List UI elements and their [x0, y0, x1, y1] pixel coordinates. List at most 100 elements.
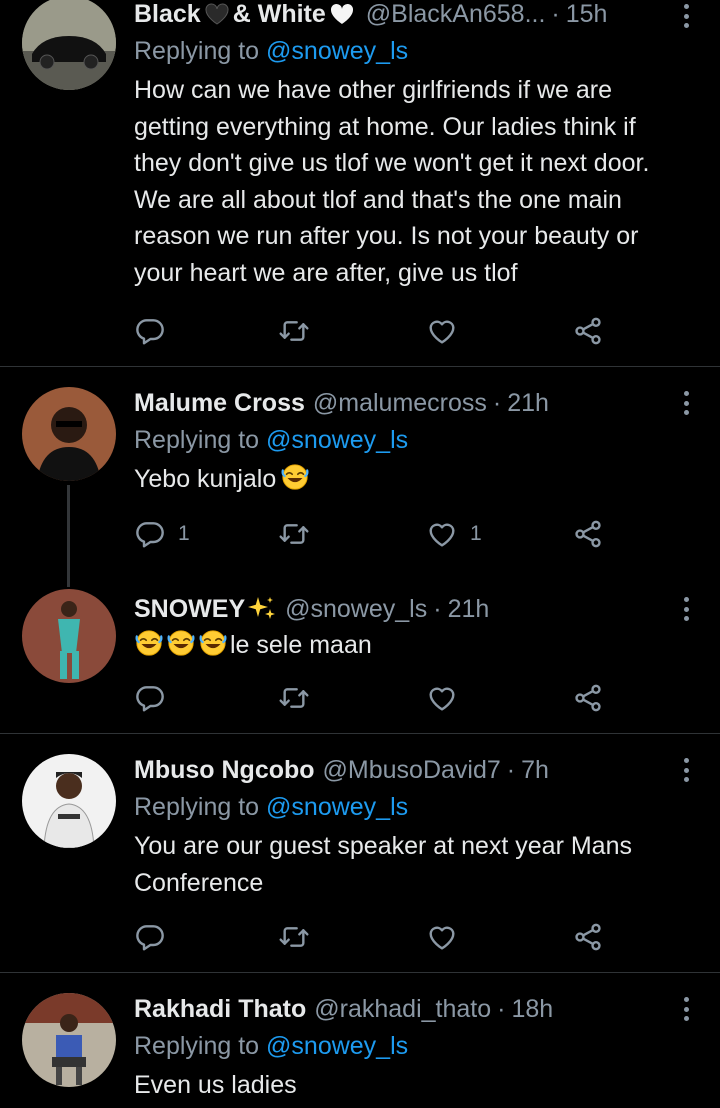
black-heart-icon	[205, 3, 229, 25]
like-icon	[426, 315, 458, 347]
action-bar	[134, 314, 614, 348]
retweet-button[interactable]	[278, 315, 310, 347]
tweet-text: How can we have other girlfriends if we …	[134, 76, 650, 287]
avatar[interactable]	[22, 0, 116, 90]
like-icon	[426, 682, 458, 714]
user-handle[interactable]: @malumecross	[313, 388, 487, 418]
display-name[interactable]: Mbuso Ngcobo	[134, 755, 315, 785]
share-button[interactable]	[572, 682, 604, 714]
retweet-button[interactable]	[278, 921, 310, 953]
user-handle[interactable]: @BlackAn658...	[366, 0, 546, 29]
tweet-header: Black & White @BlackAn658... · 15h	[134, 0, 680, 30]
tweet-mbuso-ngcobo[interactable]: Mbuso Ngcobo @MbusoDavid7 · 7h Replying …	[0, 734, 720, 972]
more-icon[interactable]	[676, 389, 696, 417]
timestamp[interactable]: 15h	[566, 0, 608, 29]
display-name[interactable]: Rakhadi Thato	[134, 994, 306, 1024]
reply-count: 1	[178, 522, 190, 545]
car-avatar-icon	[22, 0, 116, 90]
reply-mention[interactable]: @snowey_ls	[266, 793, 408, 821]
retweet-icon	[278, 315, 310, 347]
action-bar	[134, 681, 614, 715]
replying-to-label: Replying to	[134, 1032, 260, 1060]
tweet-text: le sele maan	[134, 627, 680, 664]
like-count: 1	[470, 522, 482, 545]
replying-to-label: Replying to	[134, 37, 260, 65]
retweet-button[interactable]	[278, 518, 310, 550]
display-name-suffix[interactable]: & White	[233, 0, 326, 29]
avatar[interactable]	[22, 993, 116, 1087]
like-button[interactable]	[426, 921, 470, 953]
reply-icon	[134, 921, 166, 953]
reply-mention[interactable]: @snowey_ls	[266, 1032, 408, 1060]
share-button[interactable]	[572, 518, 604, 550]
retweet-button[interactable]	[278, 682, 310, 714]
replying-to: Replying to @snowey_ls	[134, 790, 680, 824]
rofl-emoji-icon	[198, 628, 228, 658]
person-avatar-icon	[22, 993, 116, 1087]
user-handle[interactable]: @snowey_ls	[285, 594, 427, 624]
timestamp[interactable]: 21h	[448, 594, 490, 624]
reply-mention[interactable]: @snowey_ls	[266, 426, 408, 454]
avatar[interactable]	[22, 387, 116, 481]
tweet-header: Malume Cross @malumecross · 21h	[134, 387, 680, 419]
reply-button[interactable]	[134, 315, 178, 347]
more-icon[interactable]	[676, 995, 696, 1023]
more-icon[interactable]	[676, 595, 696, 623]
reply-icon	[134, 682, 166, 714]
replying-to: Replying to @snowey_ls	[134, 1029, 680, 1063]
person-avatar-icon	[22, 387, 116, 481]
tweet-header: SNOWEY @snowey_ls · 21h	[134, 593, 680, 625]
share-icon	[572, 682, 604, 714]
display-name[interactable]: SNOWEY	[134, 594, 245, 624]
share-button[interactable]	[572, 921, 604, 953]
action-bar	[134, 920, 614, 954]
timestamp[interactable]: 18h	[511, 994, 553, 1024]
replying-to-label: Replying to	[134, 793, 260, 821]
tweet-text: Even us ladies	[134, 1071, 297, 1099]
like-button[interactable]	[426, 315, 470, 347]
tweet-snowey[interactable]: SNOWEY @snowey_ls · 21h le sele maan	[0, 587, 720, 733]
tweet-text: You are our guest speaker at next year M…	[134, 832, 632, 897]
tweet-malume-cross[interactable]: Malume Cross @malumecross · 21h Replying…	[0, 367, 720, 587]
rofl-emoji-icon	[166, 628, 196, 658]
avatar[interactable]	[22, 589, 116, 683]
tweet-rakhadi-thato[interactable]: Rakhadi Thato @rakhadi_thato · 18h Reply…	[0, 973, 720, 1108]
timestamp[interactable]: 21h	[507, 388, 549, 418]
user-handle[interactable]: @rakhadi_thato	[314, 994, 491, 1024]
tweet-text-content: le sele maan	[230, 631, 372, 659]
timestamp[interactable]: 7h	[521, 755, 549, 785]
more-icon[interactable]	[676, 2, 696, 30]
tweet-text-content: Yebo kunjalo	[134, 465, 277, 493]
share-icon	[572, 921, 604, 953]
more-icon[interactable]	[676, 756, 696, 784]
separator-dot: ·	[492, 389, 502, 417]
share-button[interactable]	[572, 315, 604, 347]
tweet-black-white[interactable]: Black & White @BlackAn658... · 15h Reply…	[0, 0, 720, 366]
user-handle[interactable]: @MbusoDavid7	[323, 755, 501, 785]
reply-mention[interactable]: @snowey_ls	[266, 37, 408, 65]
like-button[interactable]: 1	[426, 518, 482, 550]
thread-line	[67, 485, 70, 587]
replying-to-label: Replying to	[134, 426, 260, 454]
tweet-header: Rakhadi Thato @rakhadi_thato · 18h	[134, 993, 680, 1025]
person-avatar-icon	[22, 754, 116, 848]
retweet-icon	[278, 518, 310, 550]
rofl-emoji-icon	[134, 628, 164, 658]
share-icon	[572, 315, 604, 347]
white-heart-icon	[330, 3, 354, 25]
like-button[interactable]	[426, 682, 470, 714]
separator-dot: ·	[506, 756, 516, 784]
reply-icon	[134, 315, 166, 347]
reply-icon	[134, 518, 166, 550]
avatar[interactable]	[22, 754, 116, 848]
tweet-text: Yebo kunjalo	[134, 461, 680, 498]
like-icon	[426, 921, 458, 953]
display-name[interactable]: Malume Cross	[134, 388, 305, 418]
reply-button[interactable]	[134, 921, 178, 953]
reply-button[interactable]: 1	[134, 518, 190, 550]
reply-button[interactable]	[134, 682, 178, 714]
display-name[interactable]: Black	[134, 0, 201, 29]
like-icon	[426, 518, 458, 550]
retweet-icon	[278, 682, 310, 714]
separator-dot: ·	[497, 995, 506, 1023]
